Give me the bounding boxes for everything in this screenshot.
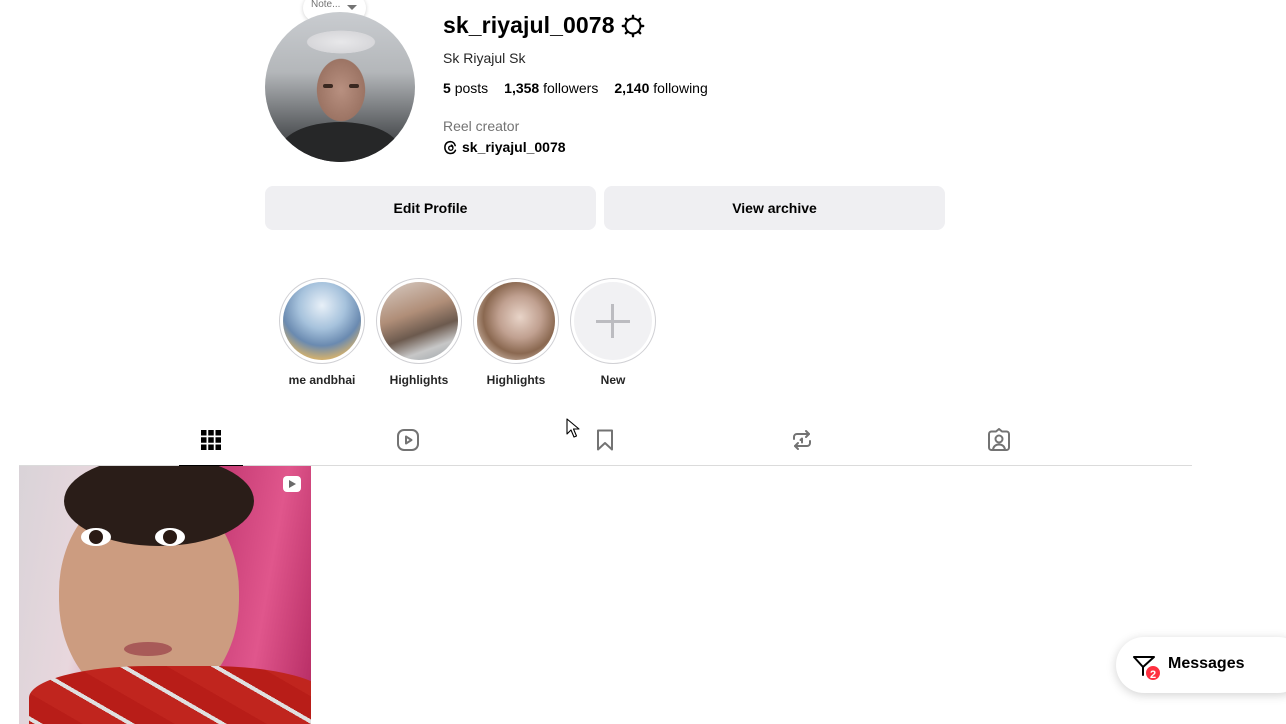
posts-stat: 5 posts xyxy=(443,80,489,96)
edit-profile-button[interactable]: Edit Profile xyxy=(265,186,596,230)
profile-category: Reel creator xyxy=(443,118,520,134)
profile-full-name: Sk Riyajul Sk xyxy=(443,50,526,66)
highlight-cover-ring xyxy=(570,278,656,364)
tab-reels[interactable] xyxy=(376,428,440,466)
highlight-cover-ring xyxy=(376,278,462,364)
tab-posts-grid[interactable] xyxy=(179,428,243,467)
view-archive-button[interactable]: View archive xyxy=(604,186,945,230)
tab-tagged[interactable] xyxy=(967,428,1031,466)
repost-icon xyxy=(793,430,811,450)
highlight-cover-image xyxy=(477,282,555,360)
profile-stats: 5 posts 1,358 followers 2,140 following xyxy=(443,80,708,96)
tagged-user-icon xyxy=(988,428,1010,451)
plus-icon xyxy=(574,282,652,360)
chevron-down-icon xyxy=(347,5,357,10)
highlight-item[interactable]: me andbhai xyxy=(279,278,365,387)
following-stat[interactable]: 2,140 following xyxy=(614,80,707,96)
threads-handle: sk_riyajul_0078 xyxy=(462,139,566,155)
highlight-label: me andbhai xyxy=(288,373,356,387)
highlight-item[interactable]: Highlights xyxy=(376,278,462,387)
post-shirt xyxy=(29,666,311,724)
messages-label: Messages xyxy=(1168,655,1245,672)
avatar-eye xyxy=(323,84,333,88)
bookmark-icon xyxy=(597,429,613,451)
highlight-label: Highlights xyxy=(486,373,546,387)
profile-tabs xyxy=(19,420,1192,467)
mouse-cursor-icon xyxy=(566,418,580,438)
threads-link[interactable]: sk_riyajul_0078 xyxy=(443,139,566,155)
post-mouth xyxy=(124,642,172,656)
reel-badge-icon xyxy=(283,476,301,492)
avatar-shoulders xyxy=(279,122,401,162)
messages-button[interactable]: 2 Messages xyxy=(1116,637,1286,693)
avatar-eye xyxy=(349,84,359,88)
highlight-cover-image xyxy=(380,282,458,360)
highlight-label: Highlights xyxy=(389,373,449,387)
post-eye xyxy=(81,528,111,546)
highlight-item[interactable]: Highlights xyxy=(473,278,559,387)
highlight-cover-ring xyxy=(473,278,559,364)
grid-icon xyxy=(201,430,221,450)
profile-username: sk_riyajul_0078 xyxy=(443,12,615,38)
note-text: Note... xyxy=(311,0,341,10)
followers-stat[interactable]: 1,358 followers xyxy=(504,80,598,96)
highlight-cover-image xyxy=(283,282,361,360)
settings-gear-icon[interactable] xyxy=(621,14,645,38)
highlight-cover-ring xyxy=(279,278,365,364)
threads-icon xyxy=(444,140,457,154)
unread-count-badge: 2 xyxy=(1144,664,1162,682)
new-highlight-button[interactable]: New xyxy=(570,278,656,387)
reels-icon xyxy=(397,429,419,451)
post-thumbnail[interactable] xyxy=(19,466,311,724)
profile-avatar[interactable] xyxy=(265,12,415,162)
post-eye xyxy=(155,528,185,546)
tab-saved[interactable] xyxy=(573,428,637,466)
tab-reposts[interactable] xyxy=(770,428,834,466)
highlight-label: New xyxy=(600,373,626,387)
